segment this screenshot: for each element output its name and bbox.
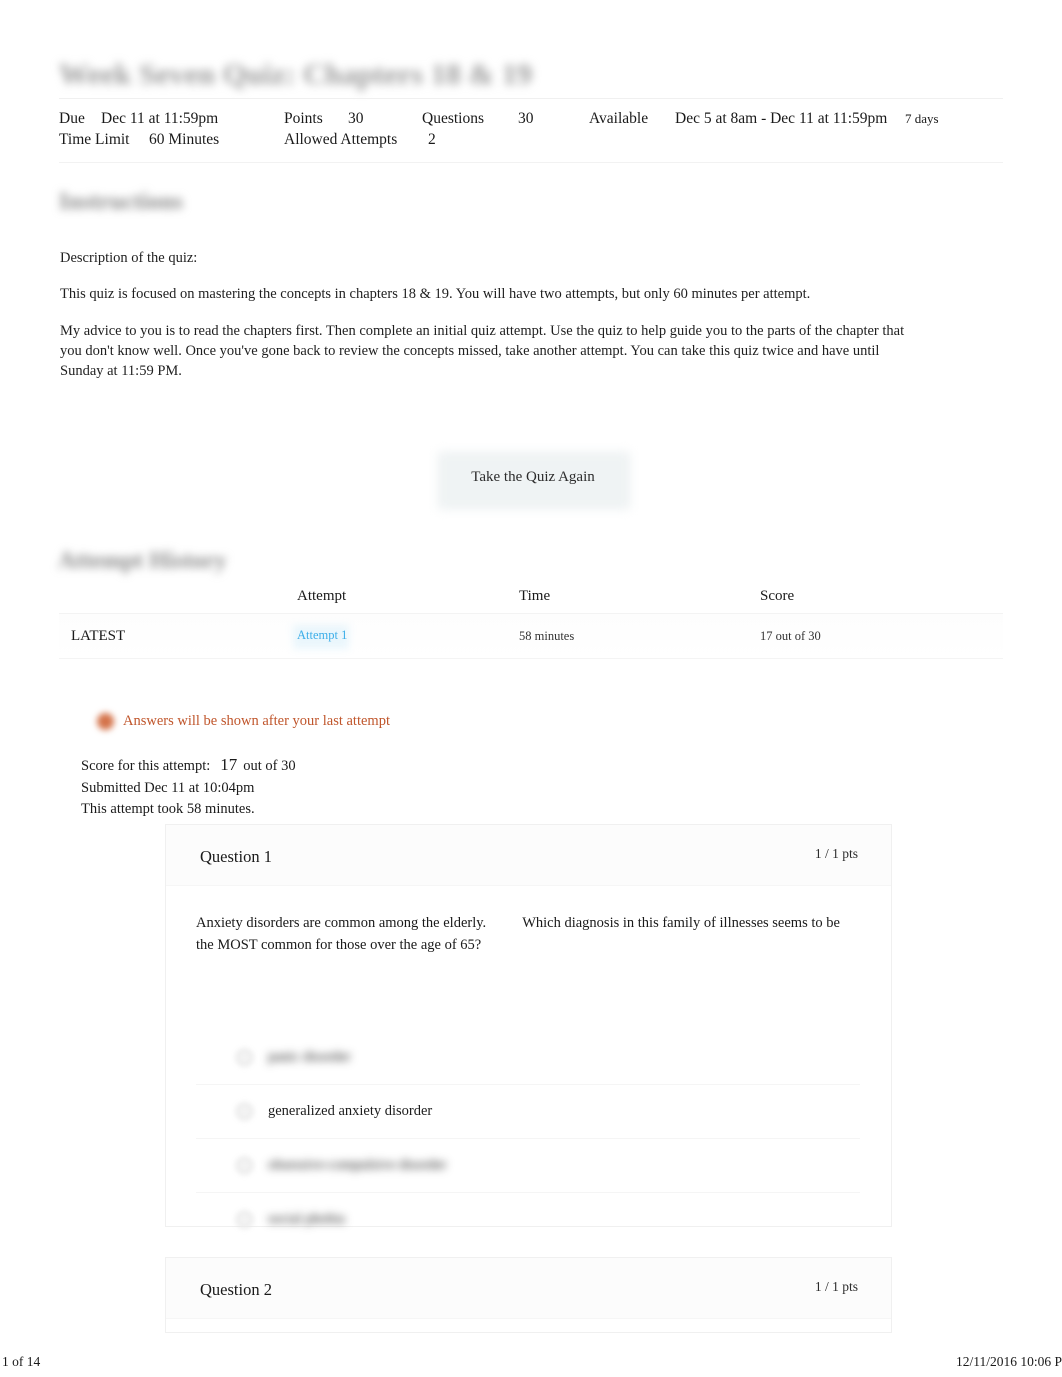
radio-icon[interactable] <box>236 1211 253 1228</box>
attempt-submitted-line: Submitted Dec 11 at 10:04pm <box>81 779 255 796</box>
instructions-heading: Instructions <box>59 189 184 215</box>
question-title: Question 2 <box>200 1280 272 1299</box>
points-value: 30 <box>348 110 364 127</box>
detail-row-1: Due Dec 11 at 11:59pm Points 30 Question… <box>59 110 1003 131</box>
attempt-history-heading: Attempt History <box>58 548 227 574</box>
answer-option[interactable]: social phobia <box>196 1192 860 1246</box>
answers-notice-text: Answers will be shown after your last at… <box>123 713 390 729</box>
answer-option[interactable]: generalized anxiety disorder <box>196 1084 860 1138</box>
question-prompt-segment-1: Anxiety disorders are common among the e… <box>196 915 487 931</box>
answer-option-label: panic disorder <box>268 1048 351 1065</box>
available-duration: 7 days <box>905 111 939 126</box>
question-points: 1 / 1 pts <box>814 1279 858 1294</box>
column-header-time: Time <box>519 588 551 604</box>
answer-options-list: panic disorder generalized anxiety disor… <box>196 1030 860 1246</box>
answer-option-label: obsessive-compulsive disorder <box>268 1157 447 1173</box>
take-quiz-again-label: Take the Quiz Again <box>471 469 595 485</box>
column-header-blank <box>59 588 297 605</box>
cell-score: 17 out of 30 <box>760 628 821 643</box>
question-prompt: Anxiety disorders are common among the e… <box>196 912 861 956</box>
footer-timestamp: 12/11/2016 10:06 P <box>955 1354 1062 1369</box>
take-quiz-again-button[interactable]: Take the Quiz Again <box>438 452 630 509</box>
attempt-summary: Score for this attempt: 17 out of 30 Submi… <box>81 754 296 821</box>
points-label: Points <box>284 110 323 127</box>
table-row: LATEST Attempt 1 58 minutes 17 out of 30 <box>59 614 1003 659</box>
radio-icon[interactable] <box>236 1103 253 1120</box>
footer-page-indicator: 1 of 14 <box>2 1354 41 1369</box>
cell-time: 58 minutes <box>519 628 575 643</box>
question-points: 1 / 1 pts <box>814 846 858 861</box>
question-card: Question 1 1 / 1 pts Anxiety disorders a… <box>165 824 892 1228</box>
answer-option[interactable]: panic disorder <box>196 1030 860 1084</box>
due-value: Dec 11 at 11:59pm <box>101 110 219 127</box>
radio-icon[interactable] <box>236 1157 253 1174</box>
questions-value: 30 <box>518 110 534 127</box>
answer-option[interactable]: obsessive-compulsive disorder <box>196 1138 860 1192</box>
available-label: Available <box>589 110 649 127</box>
question-title: Question 1 <box>200 847 272 866</box>
attempt-1-link[interactable]: Attempt 1 <box>297 628 347 643</box>
question-header: Question 1 1 / 1 pts <box>166 825 891 886</box>
radio-icon[interactable] <box>236 1048 253 1066</box>
instructions-paragraph-focus: This quiz is focused on mastering the co… <box>60 286 811 302</box>
allowed-attempts-label: Allowed Attempts <box>284 131 398 148</box>
detail-row-2: Time Limit 60 Minutes Allowed Attempts 2 <box>59 131 1003 152</box>
score-label: Score for this attempt: <box>81 758 211 774</box>
time-limit-label: Time Limit <box>59 131 130 148</box>
attempt-score-line: Score for this attempt: 17 out of 30 <box>81 754 296 778</box>
question-header: Question 2 1 / 1 pts <box>166 1258 891 1319</box>
answer-option-label: social phobia <box>268 1211 345 1227</box>
attempt-history-table: Attempt Time Score LATEST Attempt 1 58 m… <box>59 588 1003 659</box>
column-header-attempt: Attempt <box>297 588 347 604</box>
page-title: Week Seven Quiz: Chapters 18 & 19 <box>59 58 533 91</box>
question-card: Question 2 1 / 1 pts <box>165 1257 892 1333</box>
alert-circle-icon <box>97 713 114 730</box>
answer-option-label: generalized anxiety disorder <box>268 1103 433 1119</box>
attempt-duration-line: This attempt took 58 minutes. <box>81 801 255 817</box>
instructions-paragraph-description: Description of the quiz: <box>60 250 198 266</box>
question-body: Anxiety disorders are common among the e… <box>166 886 891 1228</box>
questions-label: Questions <box>422 110 484 127</box>
score-value: 17 <box>220 755 238 774</box>
table-header-row: Attempt Time Score <box>59 588 1003 614</box>
due-label: Due <box>59 110 85 127</box>
allowed-attempts-value: 2 <box>428 131 436 148</box>
question-prompt-segment-2: Which diagnosis in this family of illnes… <box>522 915 840 931</box>
column-header-score: Score <box>760 588 795 604</box>
available-value: Dec 5 at 8am - Dec 11 at 11:59pm <box>675 110 888 127</box>
cell-attempt: Attempt 1 <box>297 628 519 644</box>
quiz-results-page: Week Seven Quiz: Chapters 18 & 19 Due De… <box>0 0 1062 1377</box>
time-limit-value: 60 Minutes <box>149 131 220 148</box>
answers-notice: Answers will be shown after your last at… <box>97 713 390 730</box>
cell-latest-badge: LATEST <box>71 627 126 644</box>
quiz-detail-block: Due Dec 11 at 11:59pm Points 30 Question… <box>59 98 1003 163</box>
score-suffix: out of 30 <box>243 758 296 774</box>
question-prompt-segment-3: the MOST common for those over the age o… <box>196 937 482 953</box>
instructions-paragraph-advice: My advice to you is to read the chapters… <box>60 323 905 379</box>
